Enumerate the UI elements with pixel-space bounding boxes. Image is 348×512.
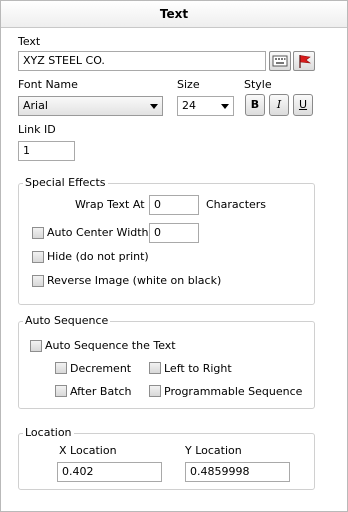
left-to-right-checkbox[interactable] xyxy=(149,362,161,374)
size-label: Size xyxy=(177,78,200,91)
decrement-checkbox[interactable] xyxy=(55,362,67,374)
reverse-image-label: Reverse Image (white on black) xyxy=(47,274,222,287)
style-label: Style xyxy=(244,78,272,91)
panel-title: Text xyxy=(1,1,347,28)
text-properties-panel: Text Text XYZ STEEL CO. Font Name Arial … xyxy=(0,0,348,512)
hide-label: Hide (do not print) xyxy=(47,250,149,263)
keyboard-button[interactable] xyxy=(269,51,291,71)
after-batch-label: After Batch xyxy=(70,385,132,398)
text-label: Text xyxy=(18,35,41,48)
x-location-label: X Location xyxy=(59,444,117,457)
auto-center-checkbox[interactable] xyxy=(32,227,44,239)
wrap-text-input[interactable]: 0 xyxy=(149,195,199,215)
keyboard-icon xyxy=(272,55,288,67)
chevron-down-icon xyxy=(150,104,158,109)
italic-button[interactable]: I xyxy=(269,94,289,116)
flag-button[interactable] xyxy=(293,51,315,71)
reverse-image-checkbox[interactable] xyxy=(32,275,44,287)
x-location-input[interactable]: 0.402 xyxy=(57,462,162,482)
left-to-right-label: Left to Right xyxy=(164,362,232,375)
wrap-text-units: Characters xyxy=(206,198,267,211)
location-title: Location xyxy=(23,426,74,439)
programmable-sequence-label: Programmable Sequence xyxy=(164,385,303,398)
font-name-label: Font Name xyxy=(18,78,78,91)
wrap-text-label: Wrap Text At xyxy=(75,198,145,211)
after-batch-checkbox[interactable] xyxy=(55,385,67,397)
flag-icon xyxy=(299,55,312,68)
size-dropdown[interactable]: 24 xyxy=(177,96,234,116)
auto-sequence-title: Auto Sequence xyxy=(23,314,111,327)
auto-center-input[interactable]: 0 xyxy=(149,223,199,243)
special-effects-title: Special Effects xyxy=(23,176,108,189)
font-name-value: Arial xyxy=(23,99,48,112)
programmable-sequence-checkbox[interactable] xyxy=(149,385,161,397)
y-location-input[interactable]: 0.4859998 xyxy=(185,462,290,482)
hide-checkbox[interactable] xyxy=(32,251,44,263)
auto-sequence-checkbox[interactable] xyxy=(30,340,42,352)
auto-center-label: Auto Center Width xyxy=(47,226,149,239)
link-id-input[interactable]: 1 xyxy=(18,141,75,161)
bold-button[interactable]: B xyxy=(245,94,265,116)
size-value: 24 xyxy=(182,99,196,112)
decrement-label: Decrement xyxy=(70,362,132,375)
text-input[interactable]: XYZ STEEL CO. xyxy=(18,51,266,71)
y-location-label: Y Location xyxy=(185,444,242,457)
link-id-label: Link ID xyxy=(18,123,56,136)
chevron-down-icon xyxy=(221,104,229,109)
font-name-dropdown[interactable]: Arial xyxy=(18,96,163,116)
auto-sequence-label: Auto Sequence the Text xyxy=(45,339,176,352)
underline-button[interactable]: U xyxy=(293,94,313,116)
